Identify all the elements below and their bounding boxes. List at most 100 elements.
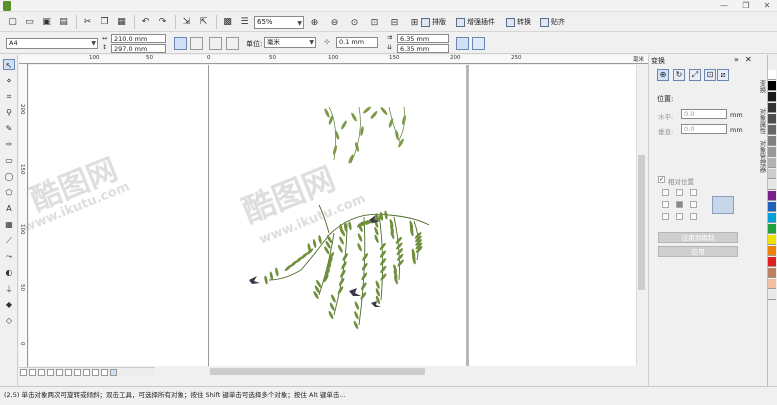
- anchor-cell[interactable]: [676, 189, 683, 196]
- print-icon[interactable]: ▤: [56, 15, 71, 30]
- rotate-tab-icon[interactable]: ↻: [673, 69, 685, 81]
- color-swatch[interactable]: [768, 114, 776, 124]
- landscape-button[interactable]: [190, 37, 203, 50]
- horizontal-scroll-thumb[interactable]: [210, 368, 425, 375]
- anchor-cell[interactable]: [690, 201, 697, 208]
- vertical-position-input[interactable]: 0.0: [681, 124, 727, 134]
- color-swatch[interactable]: [768, 147, 776, 157]
- color-swatch[interactable]: [768, 103, 776, 113]
- copy-icon[interactable]: ❐: [97, 15, 112, 30]
- crop-tool-icon[interactable]: ⌗: [3, 91, 15, 102]
- color-swatch[interactable]: [768, 235, 776, 245]
- menu-snap[interactable]: 贴齐: [540, 15, 565, 30]
- color-swatch[interactable]: [768, 180, 776, 190]
- menu-plugins[interactable]: 增强插件: [456, 15, 495, 30]
- color-swatch[interactable]: [768, 125, 776, 135]
- size-tab-icon[interactable]: ⊡: [704, 69, 716, 81]
- undo-icon[interactable]: ↶: [138, 15, 153, 30]
- pick-tool-icon[interactable]: ↖: [3, 59, 15, 70]
- docker-side-tab[interactable]: 变换: [757, 80, 767, 93]
- relative-position-checkbox[interactable]: ✓: [658, 176, 665, 183]
- export-icon[interactable]: ⇱: [196, 15, 211, 30]
- zoom-page-icon[interactable]: ⊡: [367, 15, 382, 30]
- scale-tab-icon[interactable]: ⤢: [689, 69, 701, 81]
- anchor-cell[interactable]: [676, 213, 683, 220]
- color-swatch[interactable]: [768, 92, 776, 102]
- page-tab[interactable]: [56, 368, 63, 376]
- zoom-out-icon[interactable]: ⊖: [327, 15, 342, 30]
- portrait-button[interactable]: [174, 37, 187, 50]
- paste-icon[interactable]: ▦: [114, 15, 129, 30]
- units-toggle-button[interactable]: [456, 37, 469, 50]
- page-width-input[interactable]: 210.0 mm: [111, 34, 166, 43]
- connector-tool-icon[interactable]: ⤳: [3, 251, 15, 262]
- color-swatch[interactable]: [768, 202, 776, 212]
- page-tab[interactable]: [47, 368, 54, 376]
- anchor-cell[interactable]: [662, 189, 669, 196]
- anchor-cell[interactable]: [690, 189, 697, 196]
- color-swatch[interactable]: [768, 81, 776, 91]
- ellipse-tool-icon[interactable]: ◯: [3, 171, 15, 182]
- freehand-tool-icon[interactable]: ✎: [3, 123, 15, 134]
- open-folder-icon[interactable]: ▭: [22, 15, 37, 30]
- last-page-icon[interactable]: [101, 368, 108, 376]
- anchor-cell[interactable]: [662, 201, 669, 208]
- color-swatch[interactable]: [768, 224, 776, 234]
- color-swatch[interactable]: [768, 246, 776, 256]
- color-swatch[interactable]: [768, 70, 776, 80]
- position-tab-icon[interactable]: ⊕: [657, 69, 669, 81]
- page-tab[interactable]: [65, 368, 72, 376]
- rectangle-tool-icon[interactable]: ▭: [3, 155, 15, 166]
- prev-page-icon[interactable]: [29, 368, 36, 376]
- shape-tool-icon[interactable]: ⋄: [3, 75, 15, 86]
- units-select[interactable]: 毫米 ▼: [264, 37, 316, 48]
- color-swatch[interactable]: [768, 158, 776, 168]
- docker-side-tab[interactable]: 对象管理器: [757, 140, 767, 173]
- skew-tab-icon[interactable]: ⧄: [717, 69, 729, 81]
- willow-illustration[interactable]: [29, 65, 636, 366]
- zoom-height-icon[interactable]: ⊞: [407, 15, 422, 30]
- outline-tool-icon[interactable]: ◇: [3, 315, 15, 326]
- next-page-icon[interactable]: [92, 368, 99, 376]
- cut-icon[interactable]: ✂: [80, 15, 95, 30]
- zoom-in-icon[interactable]: ⊕: [307, 15, 322, 30]
- dimension-tool-icon[interactable]: ⟋: [3, 235, 15, 246]
- docker-expand-icon[interactable]: »: [734, 55, 739, 64]
- menu-layout[interactable]: 排版: [421, 15, 446, 30]
- page-height-input[interactable]: 297.0 mm: [111, 44, 166, 53]
- polygon-tool-icon[interactable]: ⬠: [3, 187, 15, 198]
- color-swatch[interactable]: [768, 191, 776, 201]
- close-button[interactable]: ✕: [757, 0, 777, 11]
- docker-close-icon[interactable]: ✕: [745, 55, 752, 64]
- treat-as-filled-button[interactable]: [472, 37, 485, 50]
- color-swatch[interactable]: [768, 290, 776, 300]
- duplicate-distance-x-input[interactable]: 6.35 mm: [397, 34, 449, 43]
- menu-convert[interactable]: 转换: [506, 15, 531, 30]
- import-icon[interactable]: ⇲: [179, 15, 194, 30]
- zoom-level-select[interactable]: 65% ▼: [254, 16, 304, 29]
- zoom-width-icon[interactable]: ⊟: [387, 15, 402, 30]
- color-swatch[interactable]: [768, 257, 776, 267]
- page-tab[interactable]: [83, 368, 90, 376]
- publish-pdf-icon[interactable]: ▩: [220, 15, 235, 30]
- horizontal-position-input[interactable]: 0.0: [681, 109, 727, 119]
- zoom-fit-icon[interactable]: ⊙: [347, 15, 362, 30]
- nudge-distance-input[interactable]: 0.1 mm: [336, 37, 378, 48]
- all-pages-button[interactable]: [209, 37, 222, 50]
- eyedropper-tool-icon[interactable]: ⍊: [3, 283, 15, 294]
- anchor-cell[interactable]: [690, 213, 697, 220]
- color-swatch[interactable]: [768, 279, 776, 289]
- add-page-icon[interactable]: [110, 368, 117, 376]
- restore-button[interactable]: ❐: [736, 0, 756, 11]
- anchor-cell[interactable]: [676, 201, 683, 208]
- page-size-select[interactable]: A4 ▼: [6, 38, 98, 49]
- color-swatch[interactable]: [768, 169, 776, 179]
- apply-to-duplicate-button[interactable]: 应用到再制: [658, 232, 738, 243]
- page-tab[interactable]: [74, 368, 81, 376]
- zoom-tool-icon[interactable]: ⚲: [3, 107, 15, 118]
- table-tool-icon[interactable]: ▦: [3, 219, 15, 230]
- minimize-button[interactable]: —: [714, 0, 734, 11]
- anchor-cell[interactable]: [662, 213, 669, 220]
- save-icon[interactable]: ▣: [39, 15, 54, 30]
- blend-tool-icon[interactable]: ◐: [3, 267, 15, 278]
